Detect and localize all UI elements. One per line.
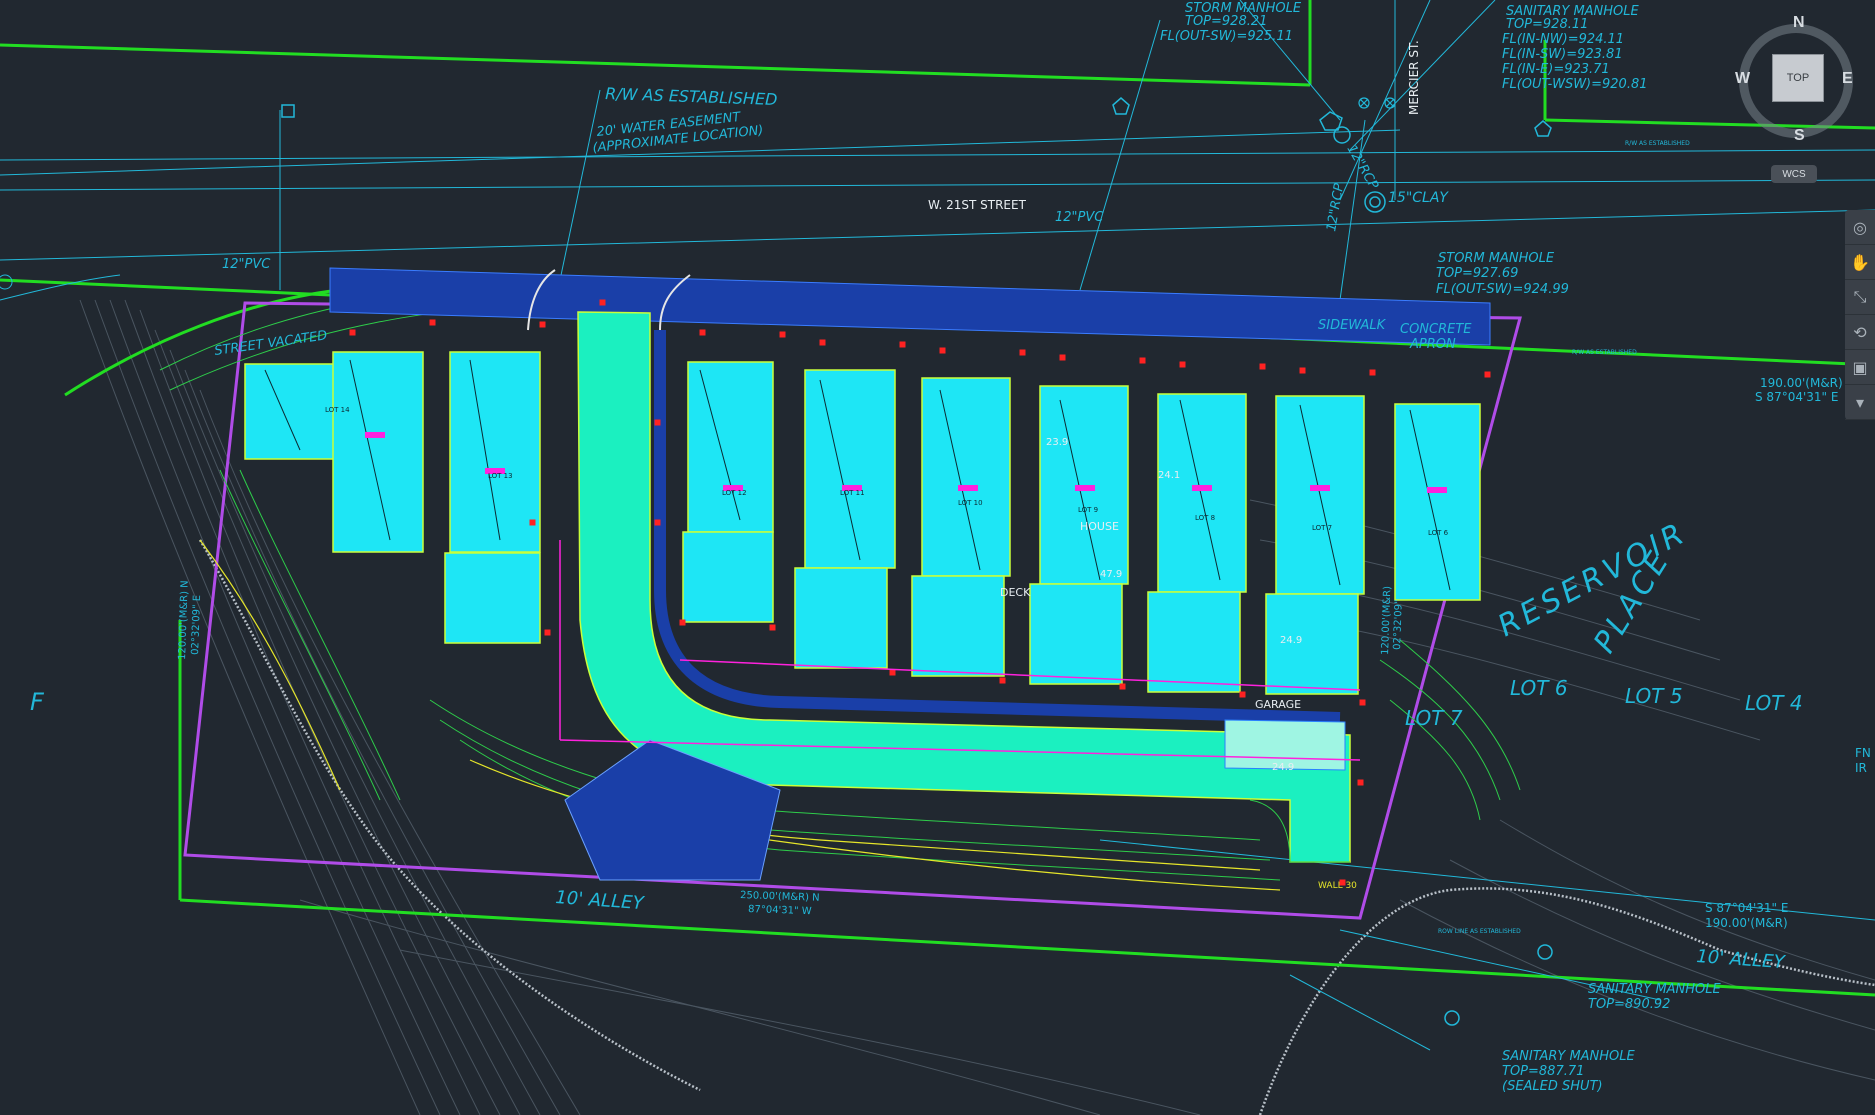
svg-text:12"RCP: 12"RCP: [1324, 182, 1347, 232]
svg-text:TOP=890.92: TOP=890.92: [1588, 997, 1670, 1012]
valve-symbols: [1358, 97, 1396, 109]
svg-text:LOT 7: LOT 7: [1405, 706, 1463, 730]
lot-label: LOT 6: [1428, 529, 1449, 537]
svg-text:120.00'(M&R) N: 120.00'(M&R) N: [177, 580, 191, 660]
svg-text:R/W AS ESTABLISHED: R/W AS ESTABLISHED: [1572, 349, 1637, 356]
lot-label: LOT 9: [1078, 506, 1098, 514]
svg-text:02°32'09": 02°32'09": [1392, 599, 1405, 650]
svg-text:CONCRETE: CONCRETE: [1400, 322, 1472, 337]
svg-text:10' ALLEY: 10' ALLEY: [1696, 946, 1788, 973]
lot-label: LOT 14: [325, 406, 350, 414]
viewcube-top-face[interactable]: TOP: [1772, 54, 1824, 102]
svg-text:FL(OUT-WSW)=920.81: FL(OUT-WSW)=920.81: [1502, 77, 1648, 92]
svg-text:S 87°04'31" E: S 87°04'31" E: [1755, 390, 1838, 404]
svg-text:TOP=928.11: TOP=928.11: [1506, 17, 1588, 32]
svg-text:F: F: [30, 688, 45, 716]
showmotion-icon[interactable]: ▣: [1845, 350, 1875, 385]
svg-text:FL(IN-E)=923.71: FL(IN-E)=923.71: [1502, 62, 1610, 77]
compass-east[interactable]: E: [1842, 70, 1853, 88]
svg-text:APRON: APRON: [1409, 337, 1456, 352]
navigation-bar: ◎ ✋ ⤡ ⟲ ▣ ▾: [1845, 210, 1875, 420]
orbit-icon[interactable]: ⟲: [1845, 315, 1875, 350]
svg-text:STREET VACATED: STREET VACATED: [213, 328, 328, 359]
lot-label: LOT 10: [958, 499, 983, 507]
navbar-menu-icon[interactable]: ▾: [1845, 385, 1875, 420]
svg-text:IR: IR: [1855, 761, 1867, 775]
svg-text:FL(IN-NW)=924.11: FL(IN-NW)=924.11: [1502, 32, 1624, 47]
svg-text:FL(IN-SW)=923.81: FL(IN-SW)=923.81: [1502, 47, 1623, 62]
svg-text:LOT 4: LOT 4: [1745, 691, 1803, 715]
svg-text:24.9: 24.9: [1280, 635, 1302, 646]
steering-wheel-icon[interactable]: ◎: [1845, 210, 1875, 245]
svg-text:FN: FN: [1855, 746, 1871, 760]
svg-text:250.00'(M&R) N: 250.00'(M&R) N: [740, 890, 820, 904]
cross-street-label: MERCIER ST.: [1407, 40, 1421, 115]
pan-icon[interactable]: ✋: [1845, 245, 1875, 280]
svg-text:HOUSE: HOUSE: [1080, 520, 1119, 533]
road-paving: [329, 267, 1491, 346]
svg-text:23.9: 23.9: [1046, 437, 1068, 448]
lot-label: LOT 13: [488, 472, 513, 480]
cad-drawing-viewport[interactable]: LOT 14 LOT 13 LOT 12 LOT 11 LOT 10 LOT 9…: [0, 0, 1875, 1115]
svg-text:SANITARY MANHOLE: SANITARY MANHOLE: [1588, 982, 1722, 997]
site-plan-drawing[interactable]: LOT 14 LOT 13 LOT 12 LOT 11 LOT 10 LOT 9…: [0, 0, 1875, 1115]
viewcube[interactable]: N S E W TOP WCS: [1735, 10, 1865, 183]
svg-text:SANITARY MANHOLE: SANITARY MANHOLE: [1502, 1049, 1636, 1064]
svg-text:15"CLAY: 15"CLAY: [1388, 190, 1449, 206]
svg-text:47.9: 47.9: [1100, 569, 1122, 580]
svg-text:12"PVC: 12"PVC: [222, 257, 271, 272]
svg-text:24.1: 24.1: [1158, 470, 1180, 481]
svg-text:10' ALLEY: 10' ALLEY: [555, 887, 647, 914]
svg-text:DECK: DECK: [1000, 586, 1031, 599]
compass-south[interactable]: S: [1794, 127, 1805, 145]
compass-west[interactable]: W: [1735, 70, 1750, 88]
svg-text:12"PVC: 12"PVC: [1055, 210, 1104, 225]
lot-label: LOT 12: [722, 489, 747, 497]
svg-text:(SEALED SHUT): (SEALED SHUT): [1502, 1079, 1603, 1094]
svg-text:STORM MANHOLE: STORM MANHOLE: [1438, 251, 1555, 266]
svg-text:SIDEWALK: SIDEWALK: [1318, 318, 1387, 333]
svg-text:S 87°04'31" E: S 87°04'31" E: [1705, 901, 1788, 915]
svg-text:FL(OUT-SW)=925.11: FL(OUT-SW)=925.11: [1160, 29, 1293, 44]
svg-text:WALL 30: WALL 30: [1318, 881, 1357, 891]
svg-text:87°04'31" W: 87°04'31" W: [748, 904, 812, 917]
svg-text:LOT 5: LOT 5: [1625, 684, 1683, 708]
lot-label: LOT 8: [1195, 514, 1215, 522]
compass-north[interactable]: N: [1793, 14, 1805, 32]
svg-text:TOP=887.71: TOP=887.71: [1502, 1064, 1584, 1079]
lot-label: LOT 7: [1312, 524, 1332, 532]
svg-text:R/W AS ESTABLISHED: R/W AS ESTABLISHED: [1625, 140, 1690, 147]
svg-text:TOP=927.69: TOP=927.69: [1436, 266, 1518, 281]
svg-text:TOP=928.21: TOP=928.21: [1185, 14, 1267, 29]
svg-text:02°32'09" E: 02°32'09" E: [190, 595, 203, 655]
svg-text:190.00'(M&R): 190.00'(M&R): [1760, 376, 1843, 390]
svg-text:LOT 6: LOT 6: [1510, 676, 1568, 700]
street-name-label: W. 21ST STREET: [928, 198, 1027, 212]
svg-text:ROW LINE AS ESTABLISHED: ROW LINE AS ESTABLISHED: [1438, 928, 1521, 935]
lot-label: LOT 11: [840, 489, 865, 497]
svg-text:GARAGE: GARAGE: [1255, 698, 1301, 711]
zoom-icon[interactable]: ⤡: [1845, 280, 1875, 315]
svg-text:R/W AS ESTABLISHED: R/W AS ESTABLISHED: [605, 84, 778, 109]
svg-text:24.9: 24.9: [1272, 762, 1294, 773]
wcs-menu-button[interactable]: WCS: [1771, 165, 1817, 183]
svg-text:190.00'(M&R): 190.00'(M&R): [1705, 916, 1788, 930]
svg-text:FL(OUT-SW)=924.99: FL(OUT-SW)=924.99: [1436, 282, 1569, 297]
